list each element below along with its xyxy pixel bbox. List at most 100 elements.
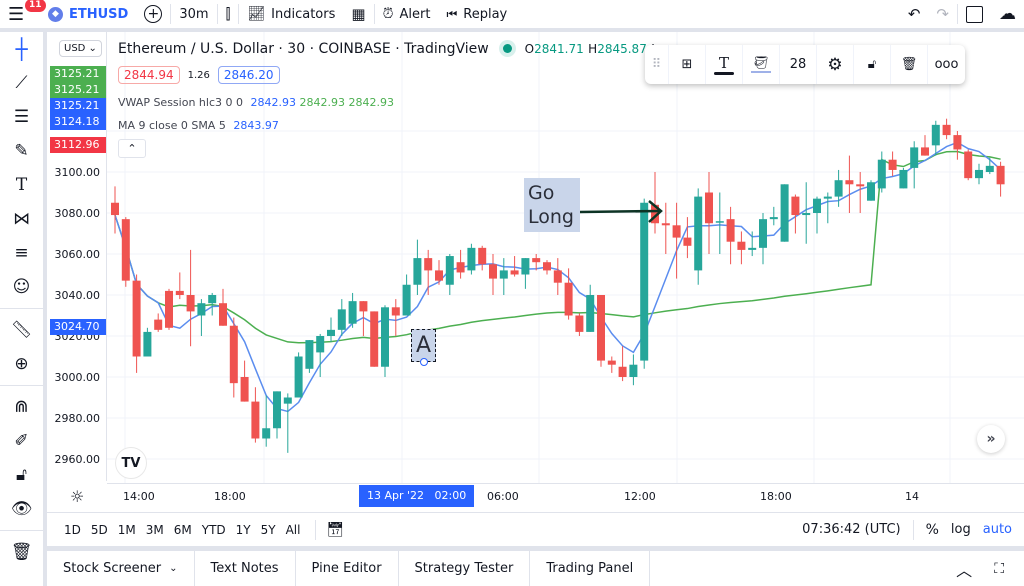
candle-body — [791, 196, 800, 216]
scroll-to-realtime-button[interactable]: » — [977, 425, 1005, 453]
compare-symbol-button[interactable]: + — [136, 0, 170, 28]
crosshair-tool[interactable]: ┼ — [0, 32, 43, 66]
interval-button[interactable]: 30m — [171, 0, 216, 28]
tab-trading-panel[interactable]: Trading Panel — [530, 551, 651, 586]
sell-button[interactable]: 2844.94 — [118, 66, 180, 84]
candle — [802, 182, 811, 244]
undo-button[interactable]: ↶ — [900, 0, 929, 28]
magnet-tool[interactable]: ⋒ — [0, 390, 43, 424]
crosshair-icon: ┼ — [15, 37, 28, 61]
zoom-in-icon: ⊕ — [14, 354, 29, 374]
remove-drawings-tool[interactable]: 🗑︎ — [0, 535, 43, 569]
high-label: H — [588, 42, 598, 56]
ma-legend[interactable]: MA 9 close 0 SMA 5 2843.97 — [118, 119, 279, 132]
brush-icon: ✎ — [14, 141, 29, 161]
symbol-search-button[interactable]: ◆ ETHUSD — [40, 0, 136, 28]
replay-button[interactable]: ⏮︎ Replay — [438, 0, 515, 28]
background-color-button[interactable]: 🪣︎ — [743, 45, 780, 84]
price-tick: 3060.00 — [54, 248, 101, 261]
candle-body — [845, 180, 854, 185]
alert-button[interactable]: ⏰︎ Alert — [375, 0, 439, 28]
percent-toggle[interactable]: % — [926, 522, 939, 538]
candle-body — [996, 165, 1005, 185]
candle — [856, 172, 865, 213]
drag-handle[interactable]: ⠿ — [645, 45, 669, 84]
range-5y[interactable]: 5Y — [256, 523, 281, 537]
chart-settings-button[interactable]: ☼ — [70, 487, 84, 506]
buy-button[interactable]: 2846.20 — [217, 66, 280, 84]
indicators-button[interactable]: 📈︎ Indicators — [239, 0, 343, 28]
range-all[interactable]: All — [281, 523, 306, 537]
range-5d[interactable]: 5D — [86, 523, 113, 537]
candle — [435, 260, 443, 285]
font-size-button[interactable]: 28 — [780, 45, 817, 84]
candle — [845, 155, 854, 213]
templates-button[interactable]: ⊞ — [669, 45, 706, 84]
range-1y[interactable]: 1Y — [231, 523, 256, 537]
candle — [370, 311, 379, 367]
range-3m[interactable]: 3M — [141, 523, 169, 537]
maximize-panel-button[interactable]: ⛶ — [994, 561, 1004, 577]
collapse-legend-button[interactable]: ⌃ — [118, 139, 146, 158]
sun-gear-icon: ☼ — [70, 487, 85, 506]
chart-type-button[interactable]: ⫿ — [218, 0, 239, 28]
fullscreen-toggle[interactable] — [958, 0, 991, 28]
top-toolbar: ☰ 11 ◆ ETHUSD + 30m ⫿ 📈︎ Indicators ▦ ⏰︎… — [0, 0, 1024, 28]
zoom-tool[interactable]: ⊕ — [0, 347, 43, 381]
candle-body — [251, 401, 260, 439]
timezone-clock[interactable]: 07:36:42 (UTC) — [802, 522, 900, 537]
measure-tool[interactable]: 📏︎ — [0, 313, 43, 347]
tab-label: Text Notes — [210, 561, 279, 576]
redo-button[interactable]: ↷ — [928, 0, 957, 28]
annotation-anchor-handle[interactable] — [420, 358, 428, 366]
lock-drawings-tool[interactable]: ✐ — [0, 424, 43, 458]
brush-tool[interactable]: ✎ — [0, 134, 43, 168]
candle-body — [186, 295, 195, 312]
auto-toggle[interactable]: auto — [983, 522, 1012, 537]
candle-body — [499, 270, 508, 279]
candle-body — [348, 301, 357, 324]
prediction-tool[interactable]: ≡ — [0, 236, 43, 270]
tab-stock-screener[interactable]: Stock Screener ⌄ — [47, 551, 195, 586]
tab-pine-editor[interactable]: Pine Editor — [296, 551, 399, 586]
layouts-button[interactable]: ▦ — [343, 0, 373, 28]
trend-line-tool[interactable]: ⟋ — [0, 66, 43, 100]
range-1m[interactable]: 1M — [113, 523, 141, 537]
candle — [597, 295, 605, 367]
settings-button[interactable]: ⚙ — [817, 45, 854, 84]
candle — [586, 284, 595, 332]
range-6m[interactable]: 6M — [169, 523, 197, 537]
currency-selector[interactable]: USD ⌄ — [59, 40, 102, 57]
candle-body — [121, 219, 130, 281]
more-button[interactable]: ooo — [928, 45, 965, 84]
lock-button[interactable]: 🔓︎ — [854, 45, 891, 84]
paint-bucket-icon: 🪣︎ — [752, 56, 770, 71]
hide-drawings-tool[interactable]: 👁︎ — [0, 492, 43, 526]
log-toggle[interactable]: log — [951, 522, 971, 537]
lock-all-tool[interactable]: 🔓︎ — [0, 458, 43, 492]
vwap-legend[interactable]: VWAP Session hlc3 0 0 2842.93 2842.93 28… — [118, 96, 394, 109]
pattern-tool[interactable]: ⋈ — [0, 202, 43, 236]
tab-strategy-tester[interactable]: Strategy Tester — [399, 551, 531, 586]
text-tool[interactable]: T — [0, 168, 43, 202]
go-to-date-button[interactable]: 📅︎ — [326, 522, 344, 538]
callout-go-long[interactable]: Go Long — [524, 178, 580, 232]
range-ytd[interactable]: YTD — [197, 523, 231, 537]
candle — [154, 313, 163, 332]
tradingview-logo[interactable]: TV — [115, 447, 147, 479]
fib-tool[interactable]: ☰ — [0, 100, 43, 134]
trash-icon: 🗑︎ — [10, 542, 33, 562]
candle-body — [877, 159, 886, 189]
tab-label: Pine Editor — [311, 561, 382, 576]
main-menu-button[interactable]: ☰ 11 — [0, 0, 46, 28]
save-button[interactable]: ☁︎ — [991, 0, 1024, 28]
delete-button[interactable]: 🗑︎ — [891, 45, 928, 84]
time-axis[interactable]: 14:00 18:00 13 Apr '22 02:00 06:00 12:00… — [107, 483, 1024, 508]
candle-body — [823, 196, 832, 199]
range-1d[interactable]: 1D — [59, 523, 86, 537]
text-color-button[interactable]: T — [706, 45, 743, 84]
icons-tool[interactable]: ☺ — [0, 270, 43, 304]
price-tag: 3124.18 — [50, 114, 106, 130]
tab-text-notes[interactable]: Text Notes — [195, 551, 296, 586]
expand-panel-button[interactable]: ︿ — [956, 557, 972, 581]
